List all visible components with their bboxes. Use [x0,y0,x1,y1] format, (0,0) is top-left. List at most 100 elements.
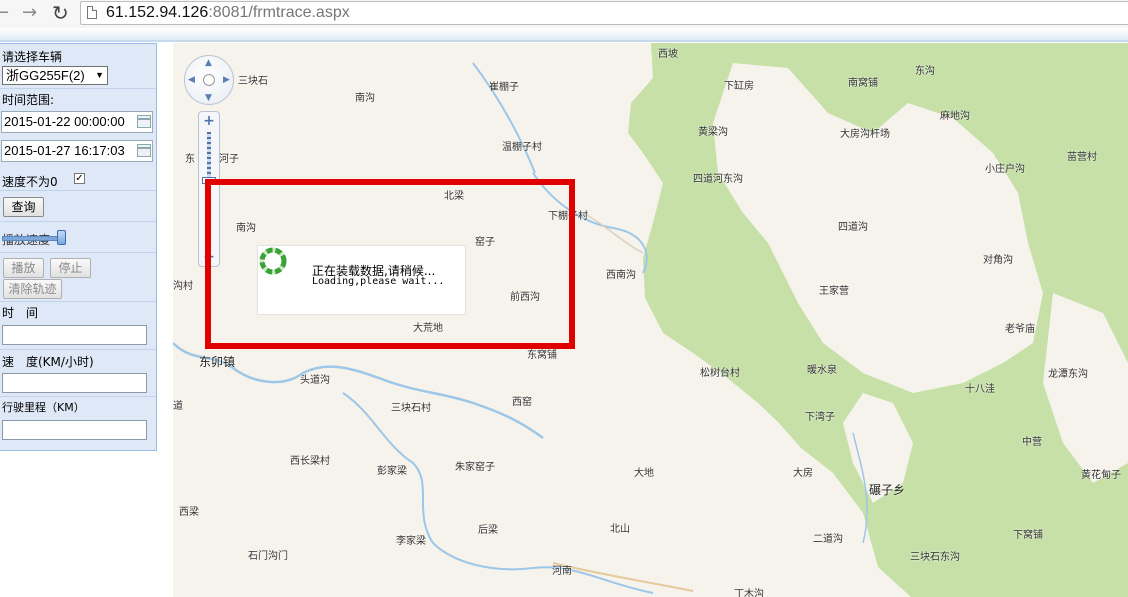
reload-icon[interactable]: ↻ [52,2,69,24]
map-place-label: 小庄户沟 [985,164,1025,175]
map-place-label: 西窑 [512,397,532,408]
mileage-field[interactable] [2,420,147,440]
speed-nonzero-checkbox[interactable]: ✓ [74,173,85,184]
pan-center-icon[interactable] [203,74,215,86]
map-place-label: 二道沟 [813,534,843,545]
map-place-label: 黄梁沟 [698,127,728,138]
time-range-label: 时间范围: [2,93,55,107]
start-time-value: 2015-01-22 00:00:00 [4,114,125,129]
forward-arrow-icon[interactable]: → [22,2,37,24]
pan-up-icon[interactable]: ▲ [205,58,212,68]
vehicle-select[interactable]: 浙GG255F(2) ▼ [2,66,108,85]
map-place-label: 西梁 [179,507,199,518]
map-place-label: 西坡 [658,49,678,60]
pan-down-icon[interactable]: ▼ [205,93,212,103]
end-time-value: 2015-01-27 16:17:03 [4,143,125,158]
map-place-label: 松树台村 [700,368,740,379]
map-place-label: 石门沟门 [248,551,288,562]
time-label: 时 间 [2,306,39,320]
query-row: 查询 [0,192,156,222]
start-time-field[interactable]: 2015-01-22 00:00:00 [1,111,153,133]
map-place-label: 三块石村 [391,403,431,414]
map-place-label: 朱家窑子 [455,462,495,473]
map-place-label: 麻地沟 [940,111,970,122]
map-place-label: 后梁 [478,525,498,536]
speed-field[interactable] [2,373,147,393]
highlight-red-box [205,179,575,349]
mileage-section: 行驶里程（KM） [0,397,156,443]
map-place-label: 王家营 [819,286,849,297]
play-speed-slider-thumb[interactable] [57,230,66,245]
map-place-label: 对角沟 [983,255,1013,266]
map-place-label: 头道沟 [300,375,330,386]
map-place-label: 北山 [610,524,630,535]
map-place-label: 龙潭东沟 [1048,369,1088,380]
time-section: 时 间 [0,303,156,350]
map-place-label: 大地 [634,468,654,479]
map-place-label: 三块石东沟 [910,552,960,563]
map-place-label: 南沟 [355,93,375,104]
map-place-label: 河南 [552,566,572,577]
track-control-panel: 请选择车辆 浙GG255F(2) ▼ 时间范围: 2015-01-22 00:0… [0,43,157,451]
stop-button[interactable]: 停止 [50,258,91,278]
map-place-label: 老爷庙 [1005,324,1035,335]
map-place-label: 李家梁 [396,536,426,547]
select-vehicle-label: 请选择车辆 [2,50,63,64]
map-place-label: 十八洼 [965,384,995,395]
map-place-label: 碾子乡 [869,483,906,497]
map-place-label: 下湾子 [805,412,835,423]
zoom-in-icon[interactable]: + [202,114,216,128]
calendar-icon[interactable] [137,144,151,157]
page-header-strip [0,28,1128,42]
query-button[interactable]: 查询 [3,197,44,217]
map-place-label: 温棚子村 [502,142,542,153]
speed-label: 速 度(KM/小时) [2,355,94,369]
map-place-label: 道 [173,401,183,412]
map-pan-control[interactable]: ▲ ▼ ◀ ▶ [184,55,234,105]
play-speed-row: 播放速度 [0,222,156,253]
map-place-label: 下窝铺 [1013,530,1043,541]
vehicle-section: 请选择车辆 浙GG255F(2) ▼ [0,44,156,89]
mileage-label: 行驶里程（KM） [2,401,85,414]
map-place-label: 东 [185,154,195,165]
map-place-label: 暖水泉 [807,365,837,376]
map-place-label: 沟村 [173,281,193,292]
map-place-label: 大房 [793,468,813,479]
clear-track-button[interactable]: 清除轨迹 [3,279,62,299]
speed-nonzero-label: 速度不为0 [2,175,58,189]
pan-left-icon[interactable]: ◀ [188,75,195,85]
url-path: :8081/frmtrace.aspx [208,4,350,21]
map-place-label: 丁木沟 [734,589,764,597]
time-field[interactable] [2,325,147,345]
address-bar[interactable]: 61.152.94.126:8081/frmtrace.aspx [80,1,1128,25]
map-canvas[interactable]: 西坡 东沟 下缸房 南窝铺 三块石 南沟 崔棚子 麻地沟 黄梁沟 大房沟杆场 温… [173,43,1128,597]
speed-filter-row: 速度不为0 ✓ [0,168,156,191]
map-place-label: 下缸房 [724,81,754,92]
map-place-label: 南窝铺 [848,78,878,89]
map-place-label: 西长梁村 [290,456,330,467]
pan-right-icon[interactable]: ▶ [223,75,230,85]
map-place-label: 中营 [1022,437,1042,448]
map-place-label: 河子 [219,154,239,165]
url-host: 61.152.94.126 [106,4,209,21]
map-place-label: 西南沟 [606,270,636,281]
back-arrow-icon[interactable]: ← [0,2,9,24]
play-button[interactable]: 播放 [3,258,44,278]
map-place-label: 黄花甸子 [1081,470,1121,481]
map-place-label: 三块石 [238,76,268,87]
map-place-label: 崔棚子 [489,82,519,93]
map-place-label: 四道河东沟 [693,174,743,185]
speed-section: 速 度(KM/小时) [0,350,156,397]
map-place-label: 苗营村 [1067,152,1097,163]
url-text: 61.152.94.126:8081/frmtrace.aspx [106,4,350,22]
map-place-label: 彭家梁 [377,466,407,477]
dropdown-arrow-icon: ▼ [95,70,104,80]
end-time-field[interactable]: 2015-01-27 16:17:03 [1,140,153,162]
map-place-label: 东卯镇 [199,355,236,369]
map-place-label: 大房沟杆场 [840,129,890,140]
vehicle-select-value: 浙GG255F(2) [6,68,85,83]
calendar-icon[interactable] [137,115,151,128]
map-place-label: 四道沟 [838,222,868,233]
browser-toolbar: ← → ↻ 61.152.94.126:8081/frmtrace.aspx [0,0,1128,28]
map-place-label: 东沟 [915,66,935,77]
